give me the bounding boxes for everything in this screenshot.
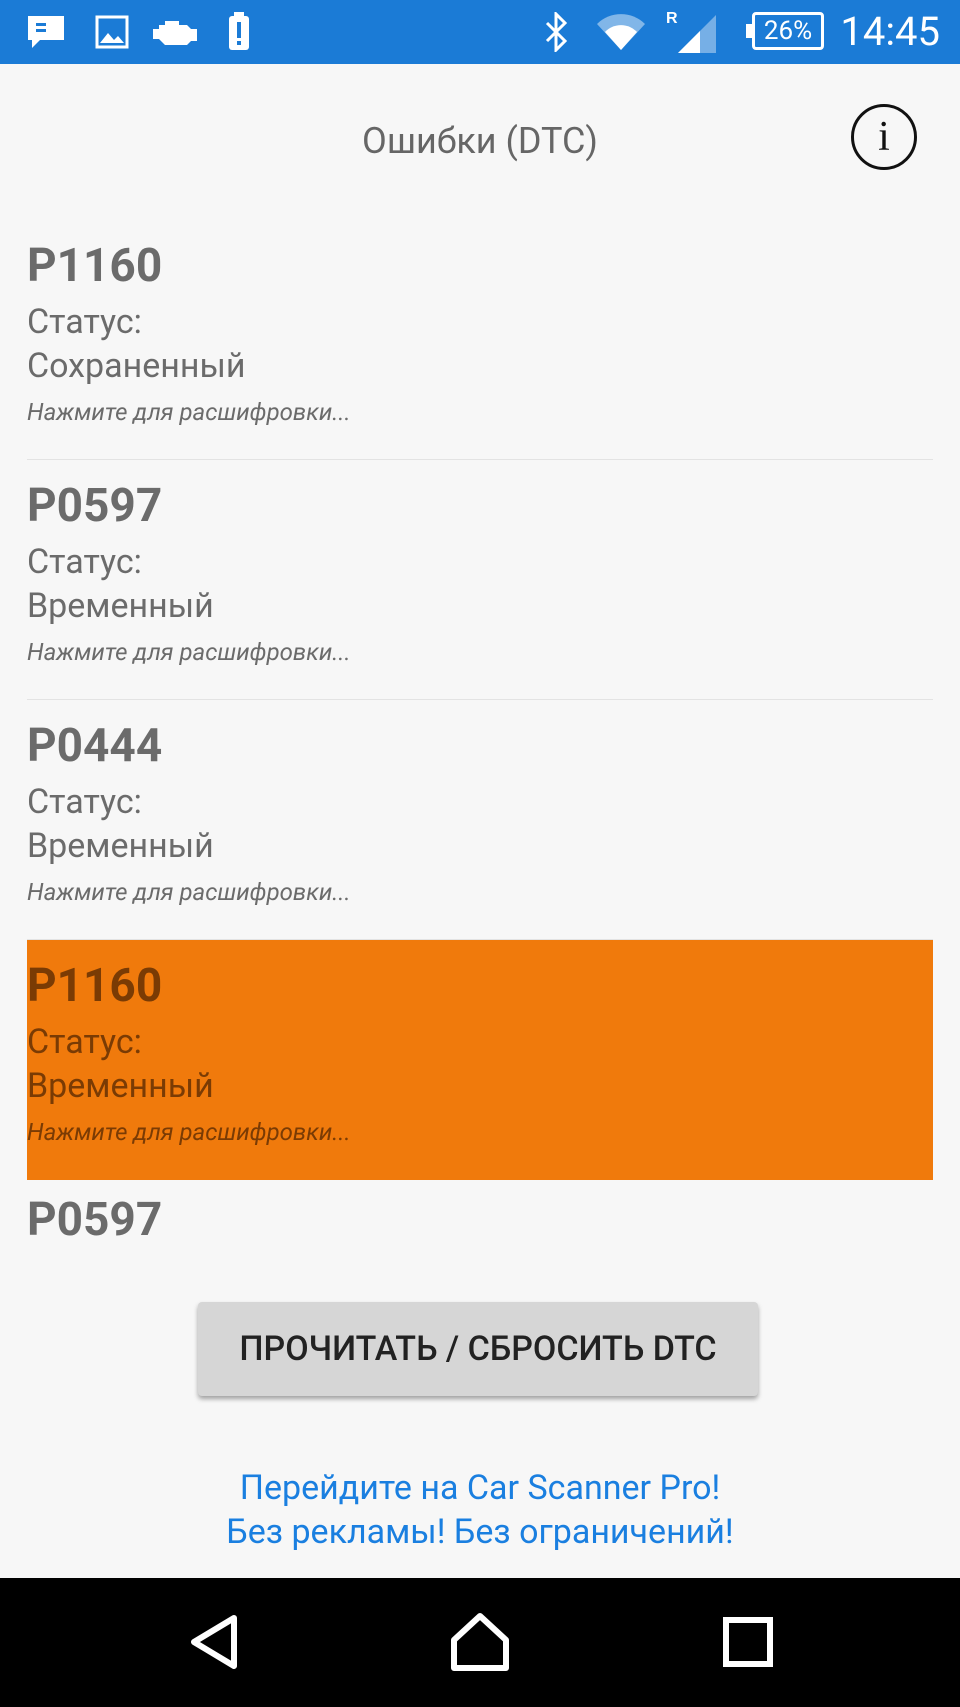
- dtc-code-partial[interactable]: P0597: [27, 1192, 162, 1248]
- dtc-list-item[interactable]: P0597 Статус: Временный Нажмите для расш…: [27, 460, 933, 700]
- read-reset-dtc-button[interactable]: ПРОЧИТАТЬ / СБРОСИТЬ DTC: [198, 1302, 758, 1396]
- dtc-status-label: Статус:: [27, 782, 142, 822]
- signal-roaming-icon: R: [664, 10, 718, 54]
- image-icon: [94, 10, 130, 54]
- dtc-code: P1160: [27, 959, 163, 1013]
- dtc-status: Временный: [27, 826, 214, 866]
- promo-line-1: Перейдите на Car Scanner Pro!: [239, 1468, 721, 1508]
- dtc-status-label: Статус:: [27, 302, 142, 342]
- back-icon[interactable]: [182, 1610, 246, 1674]
- alert-icon: [226, 10, 252, 54]
- home-icon[interactable]: [448, 1610, 512, 1674]
- recents-icon[interactable]: [716, 1610, 780, 1674]
- clock: 14:45: [840, 8, 940, 55]
- bluetooth-icon: [542, 10, 572, 54]
- wifi-icon: [594, 10, 648, 54]
- dtc-hint: Нажмите для расшифровки...: [27, 638, 351, 666]
- header: Ошибки (DTC): [0, 64, 960, 210]
- dtc-list: P1160 Статус: Сохраненный Нажмите для ра…: [27, 220, 933, 1180]
- dtc-status: Временный: [27, 586, 214, 626]
- info-icon[interactable]: i: [851, 104, 917, 170]
- dtc-list-item[interactable]: P1160 Статус: Сохраненный Нажмите для ра…: [27, 220, 933, 460]
- dtc-list-item-selected[interactable]: P1160 Статус: Временный Нажмите для расш…: [27, 940, 933, 1180]
- page-title: Ошибки (DTC): [362, 120, 598, 162]
- dtc-code: P1160: [27, 239, 163, 293]
- status-bar: R 26% 14:45: [0, 0, 960, 64]
- dtc-status-label: Статус:: [27, 542, 142, 582]
- dtc-code: P0597: [27, 479, 163, 533]
- navigation-bar: [0, 1578, 960, 1707]
- promo-line-2: Без рекламы! Без ограничений!: [226, 1512, 734, 1552]
- dtc-hint: Нажмите для расшифровки...: [27, 398, 351, 426]
- battery-icon: 26%: [746, 12, 824, 50]
- message-icon: [26, 10, 66, 54]
- dtc-status: Сохраненный: [27, 346, 246, 386]
- engine-icon: [150, 10, 200, 54]
- svg-text:R: R: [666, 10, 678, 27]
- dtc-list-item[interactable]: P0444 Статус: Временный Нажмите для расш…: [27, 700, 933, 940]
- promo-link[interactable]: Перейдите на Car Scanner Pro! Без реклам…: [0, 1466, 960, 1554]
- dtc-hint: Нажмите для расшифровки...: [27, 1118, 351, 1146]
- dtc-code: P0444: [27, 719, 163, 773]
- dtc-hint: Нажмите для расшифровки...: [27, 878, 351, 906]
- dtc-status-label: Статус:: [27, 1022, 142, 1062]
- dtc-status: Временный: [27, 1066, 214, 1106]
